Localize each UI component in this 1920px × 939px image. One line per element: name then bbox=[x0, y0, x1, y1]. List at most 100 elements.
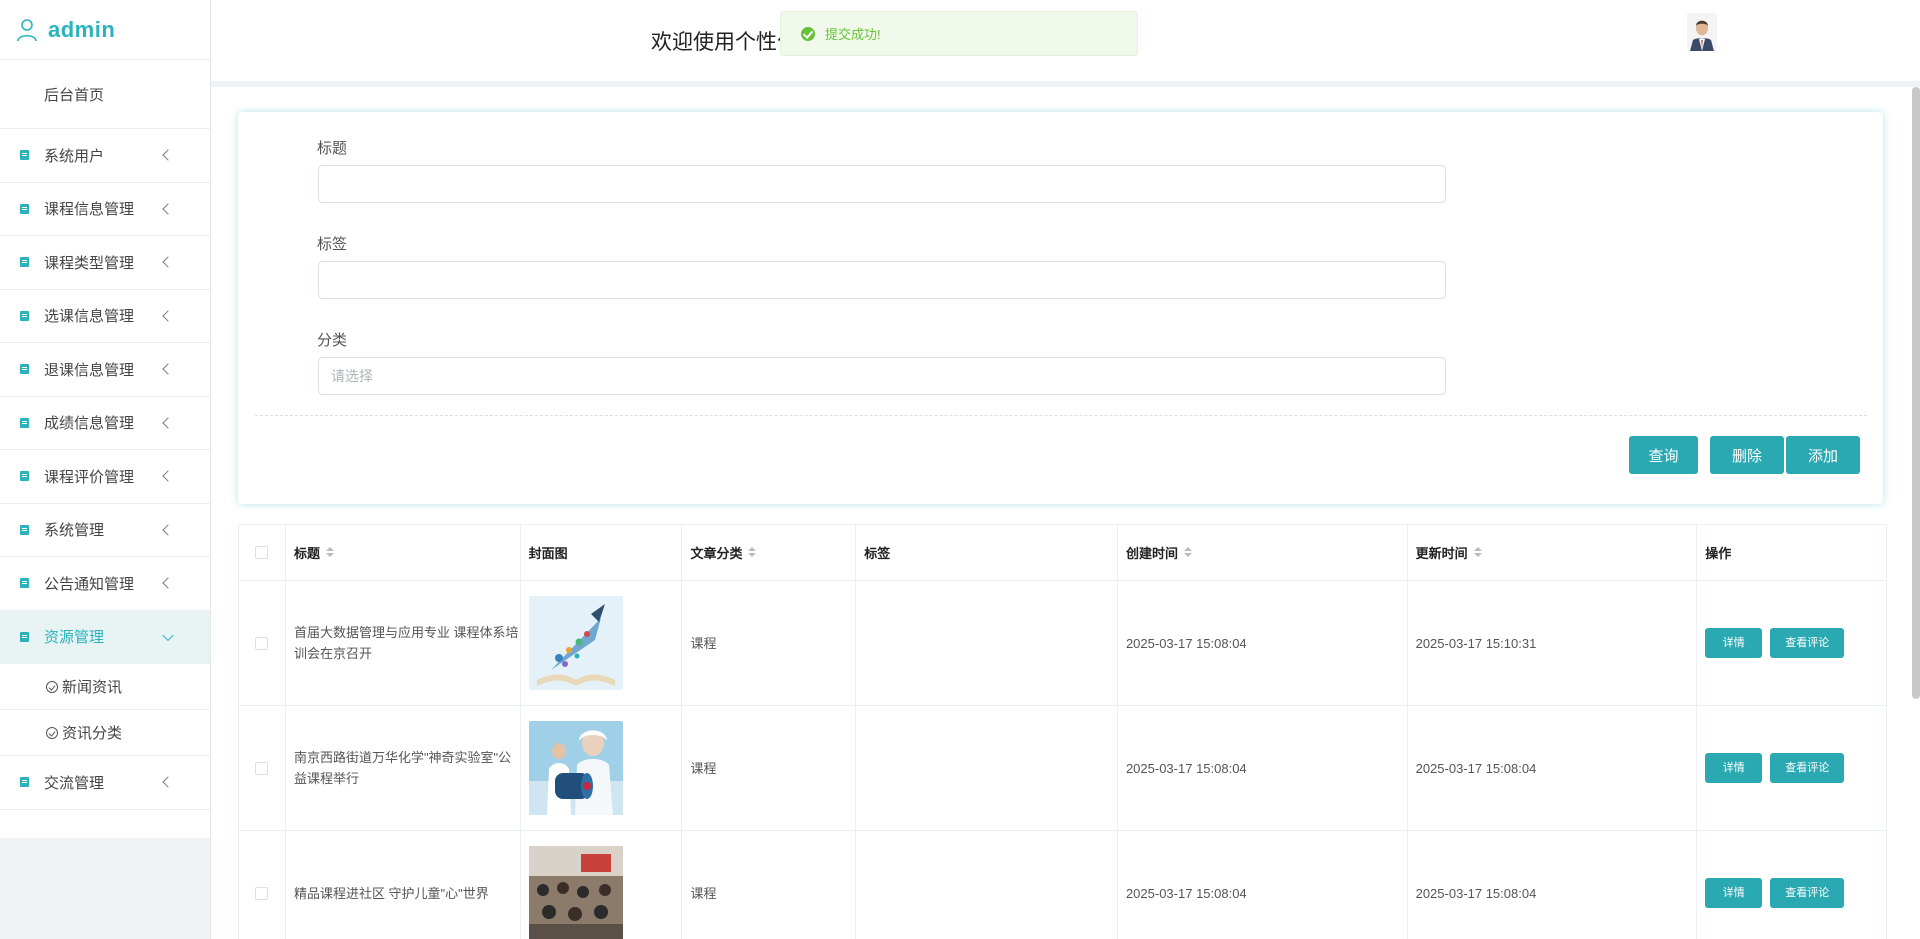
column-header-label: 更新时间 bbox=[1415, 546, 1468, 561]
toast-message: 提交成功! bbox=[825, 27, 881, 42]
sidebar-item-system-admin[interactable]: 系统管理 bbox=[0, 504, 210, 557]
sidebar-item-course-info[interactable]: 课程信息管理 bbox=[0, 183, 210, 236]
chevron-left-icon bbox=[162, 203, 174, 215]
chevron-left-icon bbox=[162, 470, 174, 482]
view-comments-button[interactable]: 查看评论 bbox=[1770, 878, 1845, 908]
document-icon bbox=[20, 631, 29, 642]
select-all-checkbox[interactable] bbox=[255, 546, 269, 559]
avatar[interactable] bbox=[1687, 13, 1717, 51]
sidebar-item-home[interactable]: 后台首页 bbox=[0, 60, 210, 129]
cover-cell bbox=[521, 581, 683, 705]
table-row: 南京西路街道万华化学"神奇实验室"公益课程举行 课程 2025-03-17 15… bbox=[239, 706, 1886, 831]
sidebar: admin 后台首页 系统用户 课程信息管理 课程类型管理 选课信息管理 退课信… bbox=[0, 0, 211, 939]
document-icon bbox=[20, 524, 29, 535]
actions-cell: 详情 查看评论 bbox=[1697, 706, 1886, 830]
query-button[interactable]: 查询 bbox=[1629, 436, 1698, 474]
column-header-label: 封面图 bbox=[528, 546, 568, 561]
column-header-actions: 操作 bbox=[1697, 525, 1886, 580]
category-cell: 课程 bbox=[682, 831, 857, 939]
detail-button[interactable]: 详情 bbox=[1705, 628, 1763, 658]
tags-cell bbox=[856, 831, 1118, 939]
view-comments-button[interactable]: 查看评论 bbox=[1770, 753, 1845, 783]
sidebar-item-label: 选课信息管理 bbox=[44, 308, 135, 326]
chevron-left-icon bbox=[162, 577, 174, 589]
cover-cell bbox=[521, 831, 683, 939]
category-cell: 课程 bbox=[682, 581, 857, 705]
detail-button[interactable]: 详情 bbox=[1705, 753, 1763, 783]
column-header-label: 标题 bbox=[293, 546, 320, 561]
category-select[interactable]: 请选择 bbox=[318, 357, 1446, 395]
sidebar-item-course-reviews[interactable]: 课程评价管理 bbox=[0, 450, 210, 504]
title-cell: 首届大数据管理与应用专业 课程体系培训会在京召开 bbox=[286, 581, 521, 705]
form-divider bbox=[255, 415, 1867, 416]
sort-icon[interactable] bbox=[1183, 546, 1192, 559]
row-checkbox[interactable] bbox=[255, 886, 269, 900]
column-header-updated[interactable]: 更新时间 bbox=[1408, 525, 1698, 580]
column-header-created[interactable]: 创建时间 bbox=[1118, 525, 1408, 580]
title-field-label: 标题 bbox=[317, 140, 348, 157]
column-header-title[interactable]: 标题 bbox=[286, 525, 521, 580]
row-checkbox[interactable] bbox=[255, 761, 269, 775]
brand: admin bbox=[0, 0, 210, 60]
title-cell: 精品课程进社区 守护儿童"心"世界 bbox=[286, 831, 521, 939]
row-checkbox[interactable] bbox=[255, 636, 269, 650]
sidebar-item-communication[interactable]: 交流管理 bbox=[0, 756, 210, 810]
sidebar-item-grades[interactable]: 成绩信息管理 bbox=[0, 397, 210, 450]
column-header-label: 操作 bbox=[1705, 546, 1732, 561]
sidebar-item-announcements[interactable]: 公告通知管理 bbox=[0, 557, 210, 611]
select-all-cell bbox=[239, 525, 286, 580]
user-icon bbox=[17, 18, 37, 41]
created-cell: 2025-03-17 15:08:04 bbox=[1118, 706, 1408, 830]
sidebar-item-course-withdrawal[interactable]: 退课信息管理 bbox=[0, 343, 210, 397]
page-scrollbar[interactable] bbox=[1912, 87, 1920, 699]
column-header-category[interactable]: 文章分类 bbox=[682, 525, 857, 580]
document-icon bbox=[20, 150, 29, 161]
detail-button[interactable]: 详情 bbox=[1705, 878, 1763, 908]
updated-cell: 2025-03-17 15:08:04 bbox=[1408, 831, 1698, 939]
cover-image[interactable] bbox=[528, 596, 623, 690]
sort-icon[interactable] bbox=[748, 546, 757, 559]
cover-graphic-lab bbox=[528, 721, 623, 815]
tags-input[interactable] bbox=[318, 261, 1446, 299]
document-icon bbox=[20, 471, 29, 482]
title-input[interactable] bbox=[318, 165, 1446, 203]
check-circle-icon bbox=[801, 26, 815, 41]
sidebar-item-course-selection[interactable]: 选课信息管理 bbox=[0, 290, 210, 343]
table-header-row: 标题 封面图 文章分类 标签 创建时间 更新时间 操作 bbox=[239, 525, 1886, 581]
check-circle-icon bbox=[46, 726, 58, 739]
chevron-left-icon bbox=[162, 524, 174, 536]
tags-cell bbox=[856, 706, 1118, 830]
sidebar-subitem-news[interactable]: 新闻资讯 bbox=[0, 664, 210, 710]
sidebar-item-label: 课程信息管理 bbox=[44, 201, 135, 219]
table-row: 精品课程进社区 守护儿童"心"世界 课程 2025-03-17 15:08:04… bbox=[239, 831, 1886, 939]
sidebar-item-label: 交流管理 bbox=[44, 774, 105, 792]
column-header-tags: 标签 bbox=[856, 525, 1118, 580]
row-select-cell bbox=[239, 581, 286, 705]
chevron-left-icon bbox=[162, 256, 174, 268]
table-row: 首届大数据管理与应用专业 课程体系培训会在京召开 课程 2025-03-17 1… bbox=[239, 581, 1886, 706]
sidebar-item-label: 成绩信息管理 bbox=[44, 415, 135, 433]
view-comments-button[interactable]: 查看评论 bbox=[1770, 628, 1845, 658]
sort-icon[interactable] bbox=[1473, 546, 1482, 559]
sidebar-item-system-users[interactable]: 系统用户 bbox=[0, 129, 210, 183]
document-icon bbox=[20, 777, 29, 788]
delete-button[interactable]: 删除 bbox=[1710, 436, 1784, 474]
chevron-down-icon bbox=[162, 629, 174, 641]
cover-image[interactable] bbox=[528, 721, 623, 815]
updated-cell: 2025-03-17 15:08:04 bbox=[1408, 706, 1698, 830]
cover-graphic-classroom bbox=[528, 846, 623, 939]
category-cell: 课程 bbox=[682, 706, 857, 830]
actions-cell: 详情 查看评论 bbox=[1697, 581, 1886, 705]
add-button[interactable]: 添加 bbox=[1786, 436, 1860, 474]
cover-image[interactable] bbox=[528, 846, 623, 939]
category-select-placeholder: 请选择 bbox=[331, 368, 373, 384]
sidebar-subitem-label: 新闻资讯 bbox=[62, 679, 123, 696]
sidebar-item-resources[interactable]: 资源管理 bbox=[0, 610, 210, 664]
column-header-label: 创建时间 bbox=[1125, 546, 1178, 561]
sidebar-subitem-news-category[interactable]: 资讯分类 bbox=[0, 710, 210, 756]
sort-icon[interactable] bbox=[325, 546, 334, 559]
sidebar-item-label: 公告通知管理 bbox=[44, 575, 135, 593]
sidebar-item-course-type[interactable]: 课程类型管理 bbox=[0, 236, 210, 290]
column-header-label: 文章分类 bbox=[690, 546, 743, 561]
row-select-cell bbox=[239, 706, 286, 830]
